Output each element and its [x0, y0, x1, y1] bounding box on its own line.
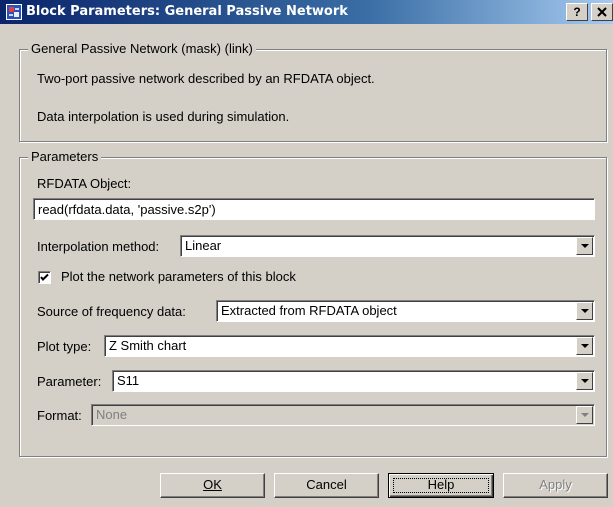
- rfdata-object-input[interactable]: [33, 198, 595, 220]
- chevron-down-icon[interactable]: [576, 302, 593, 320]
- help-button[interactable]: Help: [388, 473, 494, 498]
- chevron-down-icon[interactable]: [576, 237, 593, 255]
- cancel-button[interactable]: Cancel: [274, 473, 379, 498]
- mask-description-group: [19, 49, 607, 142]
- window-title: Block Parameters: General Passive Networ…: [26, 4, 348, 19]
- parameter-value: S11: [117, 373, 140, 388]
- title-bar[interactable]: Block Parameters: General Passive Networ…: [0, 0, 613, 24]
- chevron-down-icon: [576, 406, 593, 424]
- parameter-label: Parameter:: [37, 374, 102, 389]
- frequency-source-label: Source of frequency data:: [37, 304, 186, 319]
- plot-type-select[interactable]: Z Smith chart: [104, 335, 595, 357]
- plot-network-checkbox-label[interactable]: Plot the network parameters of this bloc…: [61, 269, 296, 284]
- format-label: Format:: [37, 408, 82, 423]
- interpolation-method-value: Linear: [185, 238, 222, 253]
- interpolation-method-select[interactable]: Linear: [180, 235, 595, 257]
- close-button[interactable]: [591, 3, 613, 21]
- simulink-block-icon: [6, 4, 22, 20]
- parameters-group-legend: Parameters: [28, 149, 102, 164]
- ok-button[interactable]: OK: [160, 473, 265, 498]
- apply-button: Apply: [503, 473, 608, 498]
- format-select: None: [91, 404, 595, 426]
- frequency-source-select[interactable]: Extracted from RFDATA object: [216, 300, 595, 322]
- plot-network-checkbox[interactable]: [38, 271, 51, 284]
- apply-button-label: Apply: [539, 477, 572, 492]
- mask-interpolation-text: Data interpolation is used during simula…: [37, 109, 290, 124]
- rfdata-object-label: RFDATA Object:: [37, 176, 132, 191]
- plot-type-value: Z Smith chart: [109, 338, 187, 353]
- ok-button-label: OK: [203, 477, 222, 492]
- close-icon: [597, 7, 607, 17]
- format-value: None: [96, 407, 128, 422]
- help-glyph: ?: [573, 5, 581, 19]
- cancel-button-label: Cancel: [306, 477, 347, 492]
- interpolation-method-label: Interpolation method:: [37, 239, 160, 254]
- chevron-down-icon[interactable]: [576, 372, 593, 390]
- mask-group-legend: General Passive Network (mask) (link): [28, 41, 256, 56]
- context-help-button[interactable]: ?: [566, 3, 588, 21]
- plot-type-label: Plot type:: [37, 339, 92, 354]
- mask-description-text: Two-port passive network described by an…: [37, 71, 375, 86]
- block-parameters-dialog: Block Parameters: General Passive Networ…: [0, 0, 613, 507]
- parameter-select[interactable]: S11: [112, 370, 595, 392]
- check-icon: [40, 273, 49, 281]
- help-button-label: Help: [427, 477, 455, 492]
- frequency-source-value: Extracted from RFDATA object: [221, 303, 397, 318]
- chevron-down-icon[interactable]: [576, 337, 593, 355]
